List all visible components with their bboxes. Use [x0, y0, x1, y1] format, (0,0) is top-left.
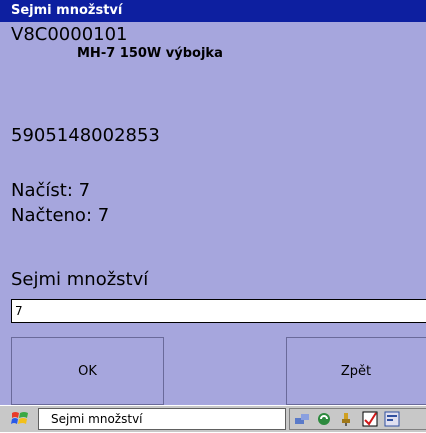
item-code: V8C0000101: [11, 24, 128, 45]
back-button-label: Zpět: [340, 363, 372, 379]
back-button[interactable]: Zpět: [286, 337, 426, 405]
to-read-count: Načíst: 7: [11, 180, 91, 201]
item-description: MH-7 150W výbojka: [77, 46, 223, 61]
system-tray: [289, 408, 426, 430]
item-barcode: 5905148002853: [11, 125, 160, 146]
power-icon[interactable]: [338, 411, 354, 427]
quantity-input[interactable]: [11, 299, 426, 323]
window-title: Sejmi množství: [0, 0, 426, 22]
read-count: Načteno: 7: [11, 205, 110, 226]
sync-icon[interactable]: [316, 411, 332, 427]
windows-flag-icon[interactable]: [10, 409, 30, 429]
taskbar: Sejmi množství: [0, 405, 426, 432]
app-window: Sejmi množství V8C0000101 MH-7 150W výbo…: [0, 0, 426, 405]
quantity-label: Sejmi množství: [11, 269, 149, 290]
app-icon[interactable]: [384, 411, 400, 427]
task-item-active[interactable]: Sejmi množství: [38, 408, 286, 430]
network-icon[interactable]: [294, 411, 310, 427]
checkbox-icon[interactable]: [362, 411, 378, 427]
ok-button-label: OK: [78, 363, 97, 379]
ok-button[interactable]: OK: [11, 337, 164, 405]
